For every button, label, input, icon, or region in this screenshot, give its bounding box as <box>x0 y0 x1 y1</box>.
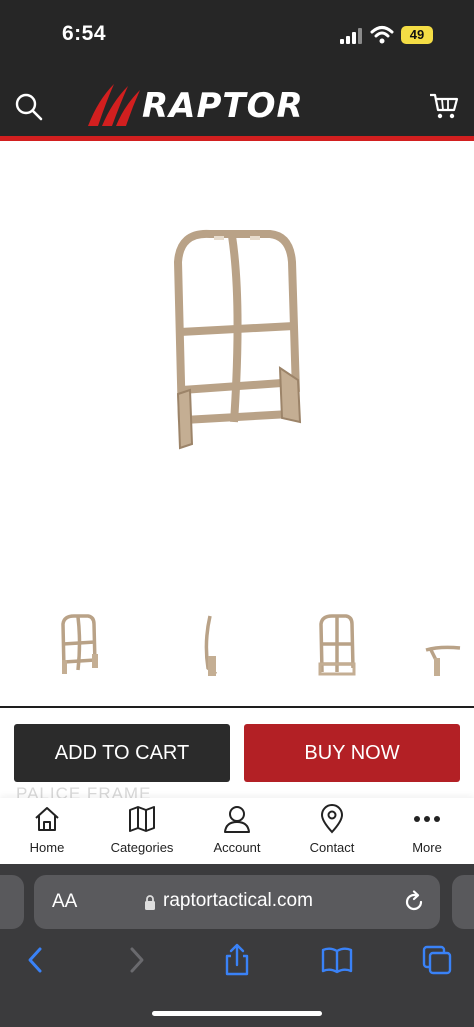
thumbnail-front[interactable] <box>54 612 104 678</box>
bookmarks-icon[interactable] <box>320 943 354 977</box>
status-time: 6:54 <box>62 22 107 45</box>
url-text: raptortactical.com <box>163 890 313 911</box>
more-dots-icon <box>414 816 440 822</box>
header-accent-line <box>0 136 474 141</box>
nav-contact[interactable]: Contact <box>285 804 379 862</box>
cellular-signal-icon <box>340 28 362 44</box>
address-bar[interactable]: AA raptortactical.com <box>34 875 440 929</box>
nav-more[interactable]: More <box>380 804 474 862</box>
wifi-icon <box>370 26 394 44</box>
map-icon <box>129 806 155 832</box>
thumbnail-angle[interactable] <box>420 612 470 678</box>
brand-logo[interactable]: RAPTOR <box>84 78 346 130</box>
add-to-cart-button[interactable]: ADD TO CART <box>14 724 230 782</box>
image-thumbnails <box>0 600 474 690</box>
lock-icon <box>145 895 155 910</box>
location-pin-icon <box>320 804 344 834</box>
thumbnail-back[interactable] <box>312 612 362 678</box>
nav-home-label: Home <box>29 840 65 855</box>
brand-name: RAPTOR <box>142 86 304 126</box>
nav-account[interactable]: Account <box>190 804 284 862</box>
text-size-button[interactable]: AA <box>52 891 77 913</box>
section-divider <box>0 706 474 708</box>
cart-icon[interactable] <box>428 92 460 120</box>
nav-account-label: Account <box>213 840 261 855</box>
user-icon <box>224 806 250 833</box>
nav-categories[interactable]: Categories <box>95 804 189 862</box>
battery-indicator: 49 <box>401 26 433 44</box>
home-indicator <box>152 1011 322 1016</box>
nav-home[interactable]: Home <box>0 804 94 862</box>
forward-arrow-icon[interactable] <box>120 943 154 977</box>
next-tab-preview[interactable] <box>452 875 474 929</box>
previous-tab-preview[interactable] <box>0 875 24 929</box>
buy-now-button[interactable]: BUY NOW <box>244 724 460 782</box>
search-icon[interactable] <box>14 92 44 122</box>
browser-toolbar: AA raptortactical.com <box>0 864 474 1027</box>
nav-contact-label: Contact <box>309 840 355 855</box>
home-icon <box>35 807 59 831</box>
claw-marks-icon <box>88 84 140 126</box>
thumbnail-side[interactable] <box>186 612 236 678</box>
back-arrow-icon[interactable] <box>18 943 52 977</box>
tabs-icon[interactable] <box>420 943 454 977</box>
reload-icon[interactable] <box>402 890 426 914</box>
share-icon[interactable] <box>220 943 254 977</box>
nav-more-label: More <box>412 840 442 855</box>
nav-categories-label: Categories <box>110 840 174 855</box>
bottom-nav: Home Categories Account Contact More <box>0 798 474 864</box>
product-main-image[interactable] <box>150 222 320 454</box>
app-header: 6:54 49 RAPTOR <box>0 0 474 138</box>
